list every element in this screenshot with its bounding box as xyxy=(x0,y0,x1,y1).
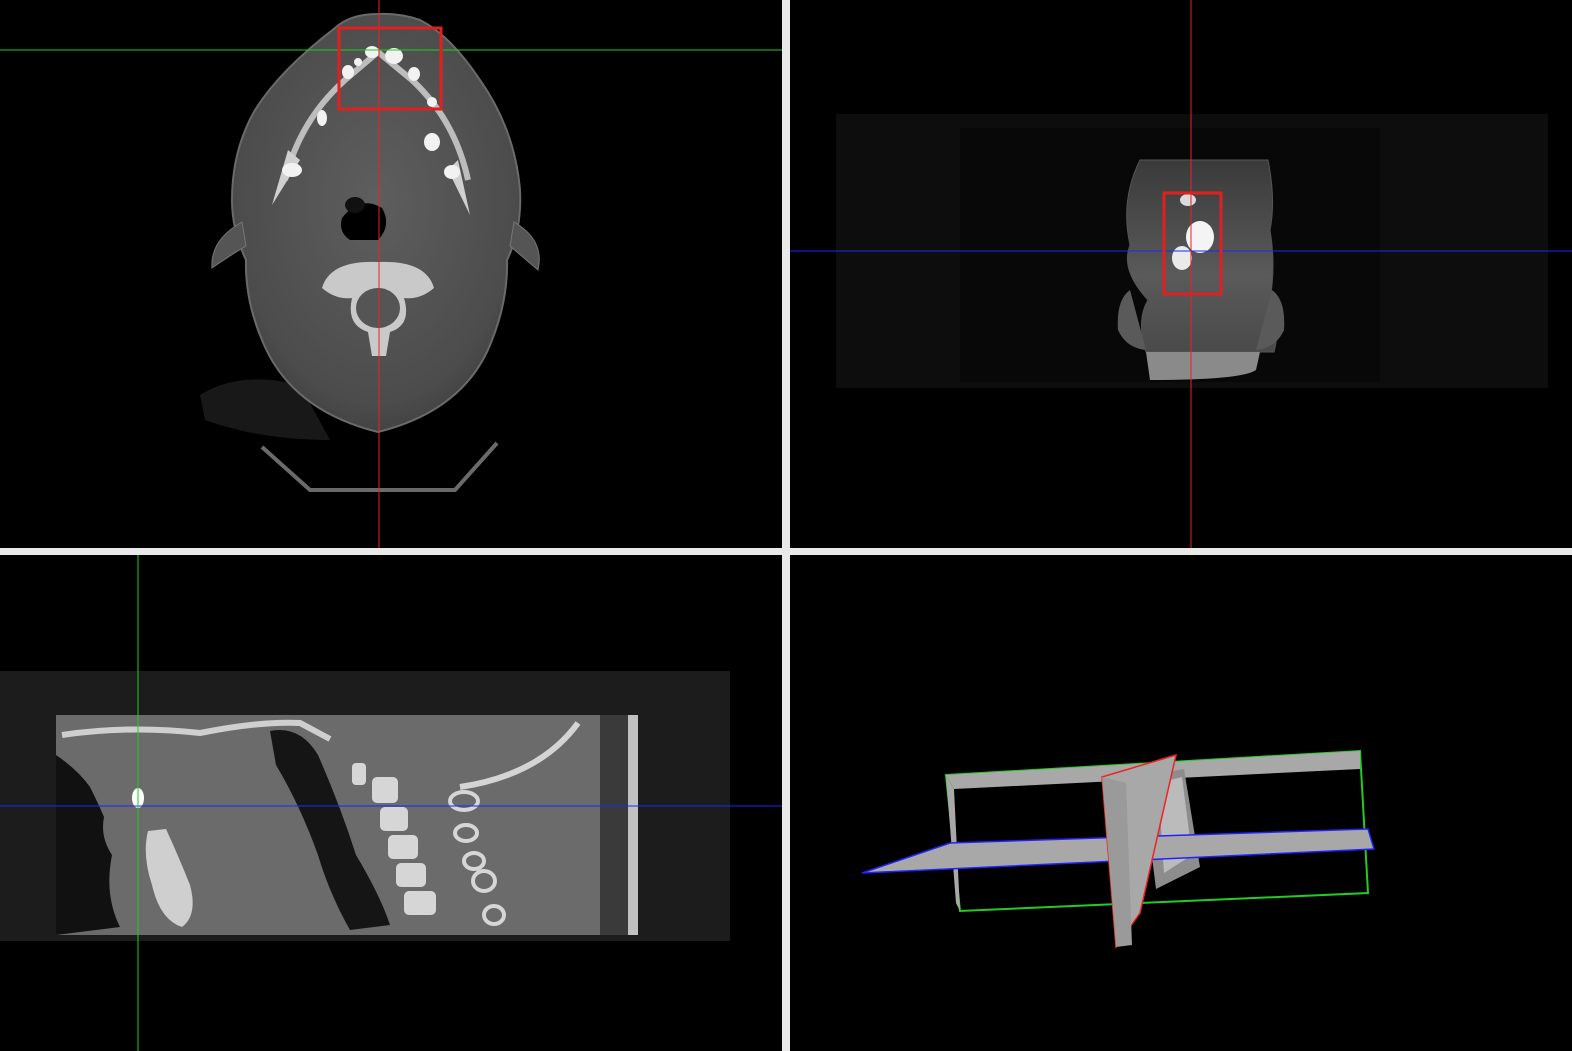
axial-viewport[interactable] xyxy=(0,0,782,548)
airway-upper xyxy=(345,197,365,213)
coronal-viewport[interactable] xyxy=(790,0,1572,548)
sagittal-viewport[interactable] xyxy=(0,555,782,1051)
coronal-tooth-top xyxy=(1180,194,1196,206)
coronal-tooth-upper xyxy=(1186,221,1214,253)
coronal-tooth-lower xyxy=(1172,246,1192,270)
3d-viewport[interactable] xyxy=(790,555,1572,1051)
coronal-slice-image[interactable] xyxy=(790,0,1572,548)
coronal-head xyxy=(1126,159,1278,353)
spinal-canal xyxy=(356,288,400,328)
right-ear xyxy=(509,221,540,271)
left-ear xyxy=(211,221,247,269)
sagittal-headrest-edge xyxy=(628,715,638,935)
sagittal-slice-image[interactable] xyxy=(0,555,782,1051)
orthogonal-planes-render[interactable] xyxy=(790,555,1572,1051)
axial-slice-image[interactable] xyxy=(0,0,782,548)
